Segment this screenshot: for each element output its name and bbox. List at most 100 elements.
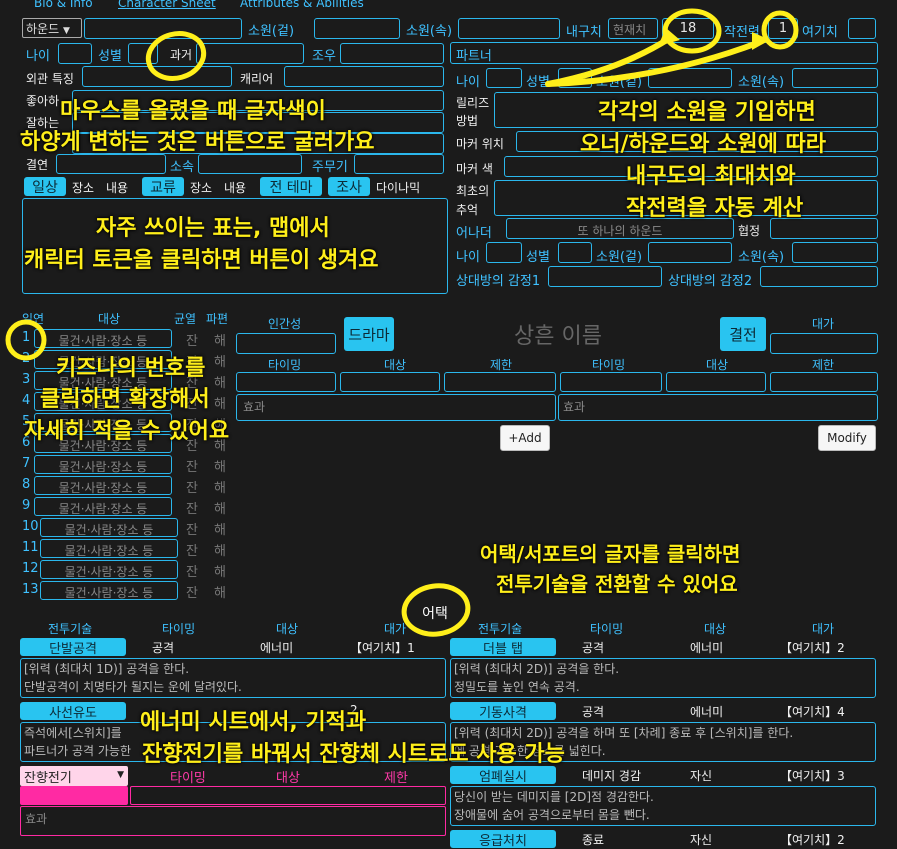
partner-age2-field[interactable] <box>486 242 522 263</box>
skill-description[interactable]: [위력 (최대치 1D)] 공격을 한다. 단발공격이 치명타가 될지는 운에 달… <box>20 658 446 698</box>
soul-timing-field-1[interactable] <box>236 372 336 392</box>
kizuna-number[interactable]: 13 <box>22 582 39 597</box>
emotion2-field[interactable] <box>760 266 878 287</box>
kizuna-break-toggle[interactable]: 해 <box>214 561 226 580</box>
kizuna-target-field[interactable]: 물건·사람·장소 등 <box>40 560 178 579</box>
skill-name-button[interactable]: 더블 탭 <box>450 638 556 657</box>
kizuna-target-field[interactable]: 물건·사람·장소 등 <box>40 539 178 558</box>
soul-effect-right[interactable]: 효과 <box>558 394 878 421</box>
kizuna-number[interactable]: 8 <box>22 477 30 492</box>
partner-wish-outer2-field[interactable] <box>648 242 732 263</box>
echo-effect-field[interactable]: 효과 <box>20 806 446 836</box>
attack-toggle[interactable]: 어택 <box>400 598 470 628</box>
battle-button[interactable]: 결전 <box>720 317 766 351</box>
scar-name-field[interactable]: 상흔 이름 <box>400 316 716 350</box>
soul-limit-field-2[interactable] <box>770 372 878 392</box>
kizuna-number[interactable]: 2 <box>22 351 30 366</box>
kizuna-number[interactable]: 9 <box>22 498 30 513</box>
soul-timing-field-2[interactable] <box>560 372 662 392</box>
tab-content-1[interactable]: 내용 <box>106 179 128 196</box>
kizuna-number[interactable]: 7 <box>22 456 30 471</box>
kizuna-break-toggle[interactable]: 해 <box>214 393 226 412</box>
tab-dynamic[interactable]: 다이나믹 <box>376 179 420 196</box>
kizuna-target-field[interactable]: 물건·사람·장소 등 <box>34 497 172 516</box>
past-field[interactable] <box>196 43 304 64</box>
cost-field[interactable] <box>770 333 878 354</box>
family-field[interactable] <box>56 154 166 174</box>
add-button[interactable]: +Add <box>500 425 550 451</box>
partner-wish-outer-field[interactable] <box>648 68 732 88</box>
modify-button[interactable]: Modify <box>818 425 876 451</box>
tab-content-2[interactable]: 내용 <box>224 179 246 196</box>
miracle-field[interactable] <box>848 18 876 39</box>
role-select[interactable]: 하운드 ▼ <box>22 18 82 38</box>
tab-investigate[interactable]: 조사 <box>328 177 370 196</box>
kizuna-crack-toggle[interactable]: 잔 <box>186 582 198 601</box>
gender-field[interactable] <box>128 43 158 64</box>
kizuna-break-toggle[interactable]: 해 <box>214 477 226 496</box>
kizuna-number[interactable]: 11 <box>22 540 39 555</box>
kizuna-number[interactable]: 3 <box>22 372 30 387</box>
skill-name-button[interactable]: 엄폐실시 <box>450 766 556 785</box>
kizuna-number[interactable]: 10 <box>22 519 39 534</box>
kizuna-crack-toggle[interactable]: 잔 <box>186 477 198 496</box>
condition-field[interactable] <box>340 43 444 64</box>
kizuna-target-field[interactable]: 물건·사람·장소 등 <box>34 476 172 495</box>
echo-props-field[interactable] <box>130 786 446 805</box>
soul-target-field-1[interactable] <box>340 372 440 392</box>
wish-inner-field[interactable] <box>458 18 560 39</box>
weapon-field[interactable] <box>354 154 444 174</box>
skill-name-button[interactable]: 사선유도 <box>20 702 126 721</box>
kizuna-break-toggle[interactable]: 해 <box>214 372 226 391</box>
kizuna-target-field[interactable]: 물건·사람·장소 등 <box>34 455 172 474</box>
career-field[interactable] <box>284 66 444 87</box>
tab-attributes[interactable]: Attributes & Abilities <box>240 0 364 10</box>
skill-name-button[interactable]: 단발공격 <box>20 638 126 657</box>
kizuna-break-toggle[interactable]: 해 <box>214 519 226 538</box>
partner-wish-inner2-field[interactable] <box>792 242 878 263</box>
appearance-field[interactable] <box>82 66 232 87</box>
tab-exchange[interactable]: 교류 <box>142 177 184 196</box>
skill-description[interactable]: 당신이 받는 데미지를 [2D]점 경감한다. 장애물에 숨어 공격으로부터 몸을… <box>450 786 876 826</box>
max-durability-field[interactable]: 18 <box>662 18 714 39</box>
kizuna-crack-toggle[interactable]: 잔 <box>186 519 198 538</box>
soul-effect-left[interactable]: 효과 <box>236 394 556 421</box>
belonging-field[interactable] <box>198 154 302 174</box>
partner-wish-inner-field[interactable] <box>792 68 878 88</box>
partner-gender2-field[interactable] <box>558 242 592 263</box>
kizuna-crack-toggle[interactable]: 잔 <box>186 498 198 517</box>
tab-theme[interactable]: 전 테마 <box>260 177 322 196</box>
tab-bio[interactable]: Bio & Info <box>34 0 93 10</box>
humanity-field[interactable] <box>236 333 336 354</box>
kizuna-break-toggle[interactable]: 해 <box>214 330 226 349</box>
drama-button[interactable]: 드라마 <box>344 317 394 351</box>
battle-power-field[interactable]: 1 <box>768 18 798 39</box>
age-field[interactable] <box>58 43 92 64</box>
skill-name-button[interactable]: 응급처치 <box>450 830 556 849</box>
tab-daily[interactable]: 일상 <box>24 177 66 196</box>
kizuna-crack-toggle[interactable]: 잔 <box>186 456 198 475</box>
echo-name-field[interactable] <box>20 786 128 805</box>
kizuna-crack-toggle[interactable]: 잔 <box>186 540 198 559</box>
kizuna-break-toggle[interactable]: 해 <box>214 582 226 601</box>
kizuna-crack-toggle[interactable]: 잔 <box>186 561 198 580</box>
echo-select[interactable]: 잔향전기 ▼ <box>20 766 128 786</box>
skill-description[interactable]: [위력 (최대치 2D)] 공격을 한다. 정밀도를 높인 연속 공격. <box>450 658 876 698</box>
emotion1-field[interactable] <box>548 266 662 287</box>
wish-outer-field[interactable] <box>314 18 400 39</box>
kizuna-break-toggle[interactable]: 해 <box>214 351 226 370</box>
tab-place-1[interactable]: 장소 <box>72 179 94 196</box>
kizuna-target-field[interactable]: 물건·사람·장소 등 <box>40 581 178 600</box>
soul-target-field-2[interactable] <box>666 372 766 392</box>
kizuna-break-toggle[interactable]: 해 <box>214 456 226 475</box>
kizuna-number[interactable]: 4 <box>22 393 30 408</box>
kizuna-break-toggle[interactable]: 해 <box>214 540 226 559</box>
name-field[interactable] <box>84 18 242 39</box>
kizuna-number[interactable]: 12 <box>22 561 39 576</box>
partner-gender-field[interactable] <box>558 68 592 88</box>
tab-character-sheet[interactable]: Character Sheet <box>118 0 216 10</box>
soul-limit-field-1[interactable] <box>444 372 556 392</box>
kizuna-break-toggle[interactable]: 해 <box>214 498 226 517</box>
kizuna-target-field[interactable]: 물건·사람·장소 등 <box>40 518 178 537</box>
partner-age-field[interactable] <box>486 68 522 88</box>
